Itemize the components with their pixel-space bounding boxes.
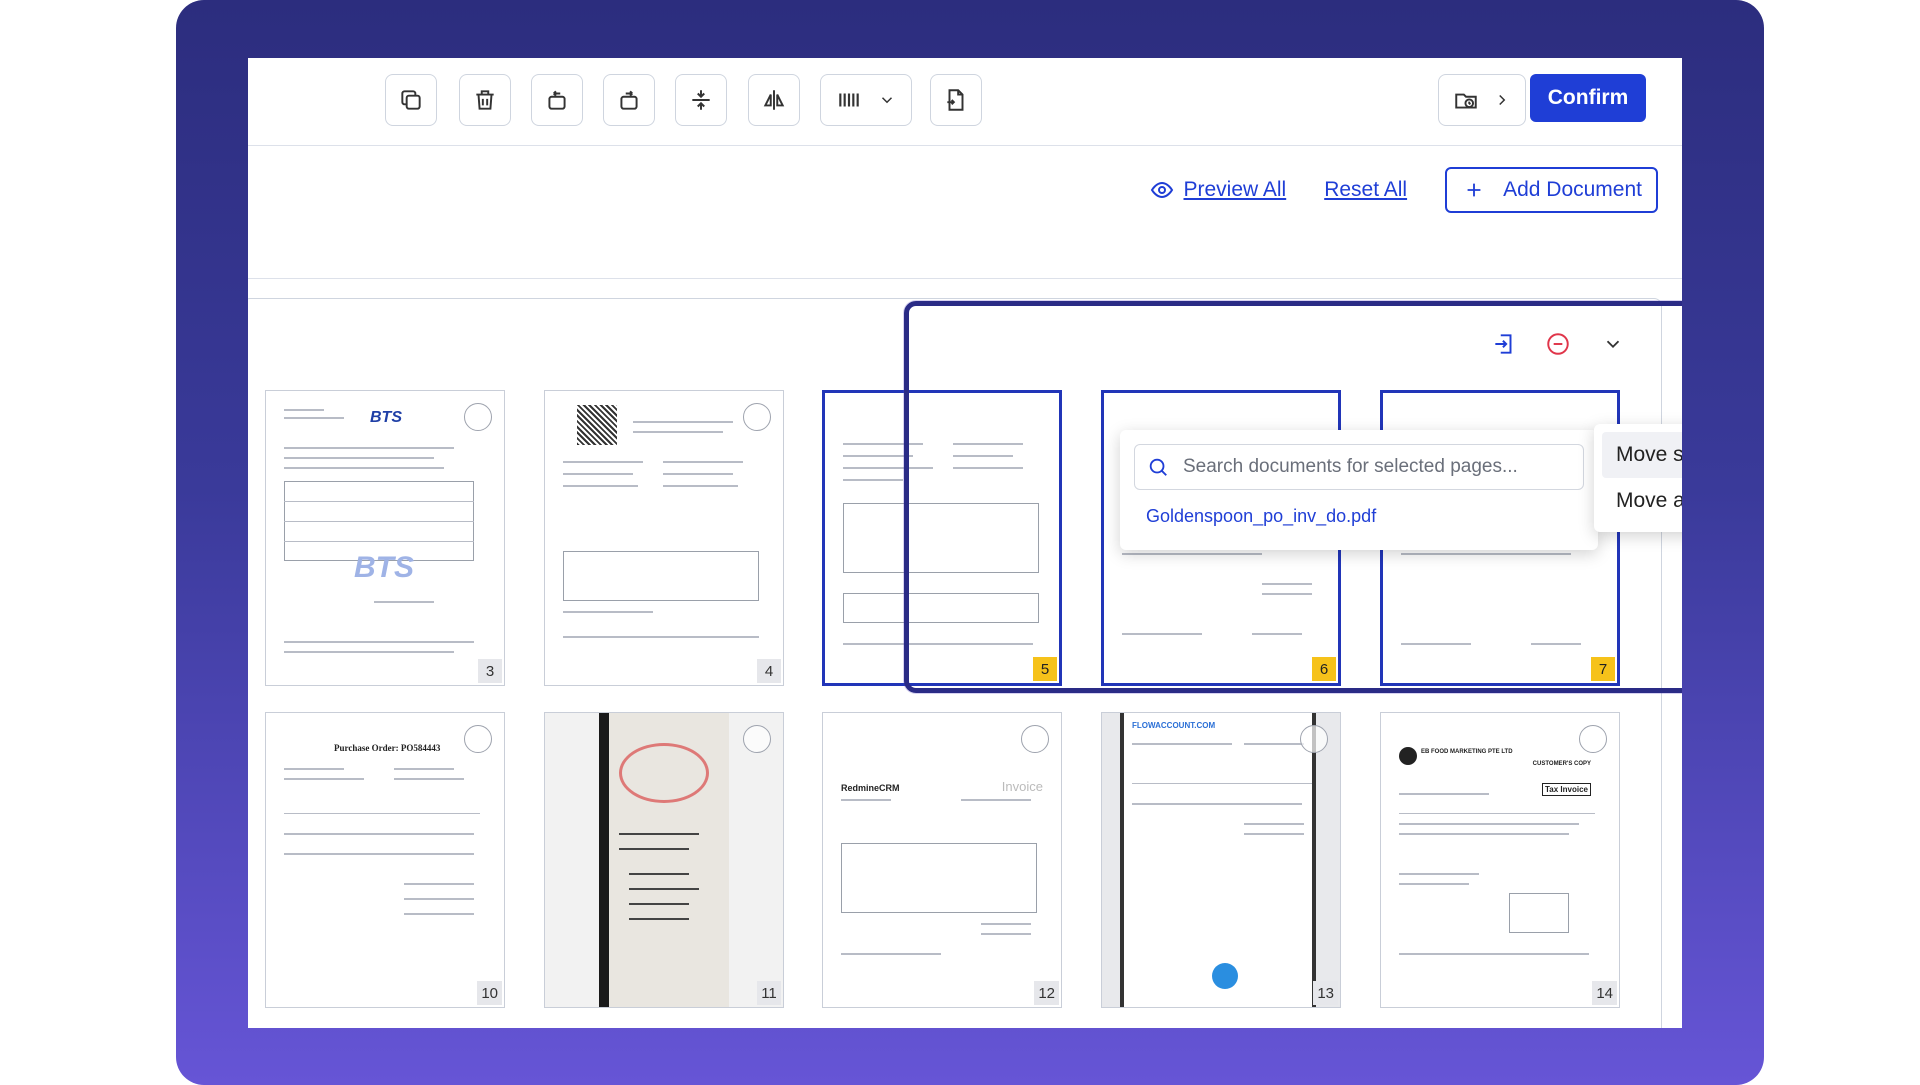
chevron-down-icon [881,97,892,104]
move-pages-menu: Move selected Pages Move all pages [1594,424,1682,532]
file-add-icon [947,89,964,111]
move-to-folder-button[interactable] [1438,74,1526,126]
remove-document-button[interactable] [1543,329,1573,359]
page-select-radio[interactable] [464,403,492,431]
page-number: 6 [1312,657,1336,681]
mirror-button[interactable] [748,74,800,126]
page-thumbnail[interactable]: BTS BTS 3 [265,390,505,686]
preview-all-link[interactable]: Preview All [1150,178,1287,202]
chevron-right-icon [1499,94,1506,106]
move-selected-pages-item[interactable]: Move selected Pages [1602,432,1682,478]
page-number: 14 [1592,981,1617,1005]
page-number: 11 [757,981,781,1005]
po-title: Purchase Order: PO584443 [334,743,441,753]
mirror-icon [763,90,785,110]
bts-logo-text: BTS [370,409,402,426]
move-all-pages-item[interactable]: Move all pages [1602,478,1682,524]
page-select-radio[interactable] [743,403,771,431]
page-preview [563,401,765,671]
split-icon [692,90,710,110]
page-preview [843,403,1041,669]
page-thumbnail[interactable]: Purchase Order: PO584443 10 [265,712,505,1008]
search-input[interactable] [1183,456,1543,478]
page-number: 3 [478,659,502,683]
invoice-label: Invoice [1001,779,1043,794]
chevron-down-icon [1606,340,1620,349]
move-document-button[interactable] [1489,329,1519,359]
document-actions: Preview All Reset All Add Document [1150,166,1658,214]
trash-icon [476,90,494,110]
reset-all-link[interactable]: Reset All [1324,178,1407,202]
split-button[interactable] [675,74,727,126]
collapse-button[interactable] [1598,329,1628,359]
page-number: 13 [1313,981,1338,1005]
minus-circle-icon [1547,333,1569,355]
page-thumbnail[interactable]: 4 [544,390,784,686]
customer-copy-label: CUSTOMER'S COPY [1532,761,1591,767]
menu-item-label: Move selected Pages [1616,443,1682,466]
page-editor: Confirm Preview All Reset All Add Docume… [248,58,1682,1028]
search-icon [1149,458,1167,476]
page-select-radio[interactable] [1579,725,1607,753]
redmine-label: RedmineCRM [841,783,900,793]
page-thumbnail[interactable]: FLOWACCOUNT.COM 13 [1101,712,1341,1008]
copy-icon [401,90,421,110]
divider [248,278,1682,279]
page-number: 10 [477,981,502,1005]
page-number: 7 [1591,657,1615,681]
menu-item-label: Move all pages [1616,489,1682,512]
rotate-right-button[interactable] [603,74,655,126]
flowaccount-logo: FLOWACCOUNT.COM [1132,721,1216,730]
page-number: 4 [757,659,781,683]
plus-icon [1467,183,1481,197]
folder-clock-icon [1455,93,1477,109]
add-document-label: Add Document [1503,178,1642,201]
barcode-dropdown-button[interactable] [820,74,912,126]
toolbar: Confirm [248,58,1682,146]
page-preview: EB FOOD MARKETING PTE LTD CUSTOMER'S COP… [1399,723,1601,993]
insert-page-button[interactable] [930,74,982,126]
eb-company-name: EB FOOD MARKETING PTE LTD [1421,749,1513,755]
page-preview: RedmineCRM Invoice [841,723,1043,993]
copy-button[interactable] [385,74,437,126]
rotate-left-icon [548,90,566,110]
rotate-left-button[interactable] [531,74,583,126]
delete-button[interactable] [459,74,511,126]
bts-watermark-text: BTS [354,551,414,584]
preview-all-label: Preview All [1183,178,1287,201]
add-document-button[interactable]: Add Document [1445,167,1658,213]
page-select-radio[interactable] [464,725,492,753]
page-preview: BTS BTS [284,401,486,671]
page-number: 12 [1034,981,1059,1005]
file-move-icon [1495,334,1512,354]
search-field[interactable] [1134,444,1584,490]
page-thumbnail[interactable]: RedmineCRM Invoice 12 [822,712,1062,1008]
page-number: 5 [1033,657,1057,681]
page-thumbnail-selected[interactable]: 5 [822,390,1062,686]
page-select-radio[interactable] [1300,725,1328,753]
confirm-button[interactable]: Confirm [1530,74,1646,122]
page-thumbnail[interactable]: EB FOOD MARKETING PTE LTD CUSTOMER'S COP… [1380,712,1620,1008]
eye-icon [1150,181,1173,199]
receipt-photo [599,713,729,1007]
page-preview: FLOWACCOUNT.COM [1120,713,1316,1007]
page-select-radio[interactable] [1021,725,1049,753]
rotate-right-icon [620,90,638,110]
search-result-item[interactable]: Goldenspoon_po_inv_do.pdf [1146,506,1376,527]
barcode-icon [839,93,860,107]
page-thumbnail[interactable]: 11 [544,712,784,1008]
page-preview: Purchase Order: PO584443 [284,723,486,993]
page-select-radio[interactable] [743,725,771,753]
document-search-popover: Goldenspoon_po_inv_do.pdf [1120,430,1598,550]
tax-invoice-label: Tax Invoice [1542,783,1591,796]
